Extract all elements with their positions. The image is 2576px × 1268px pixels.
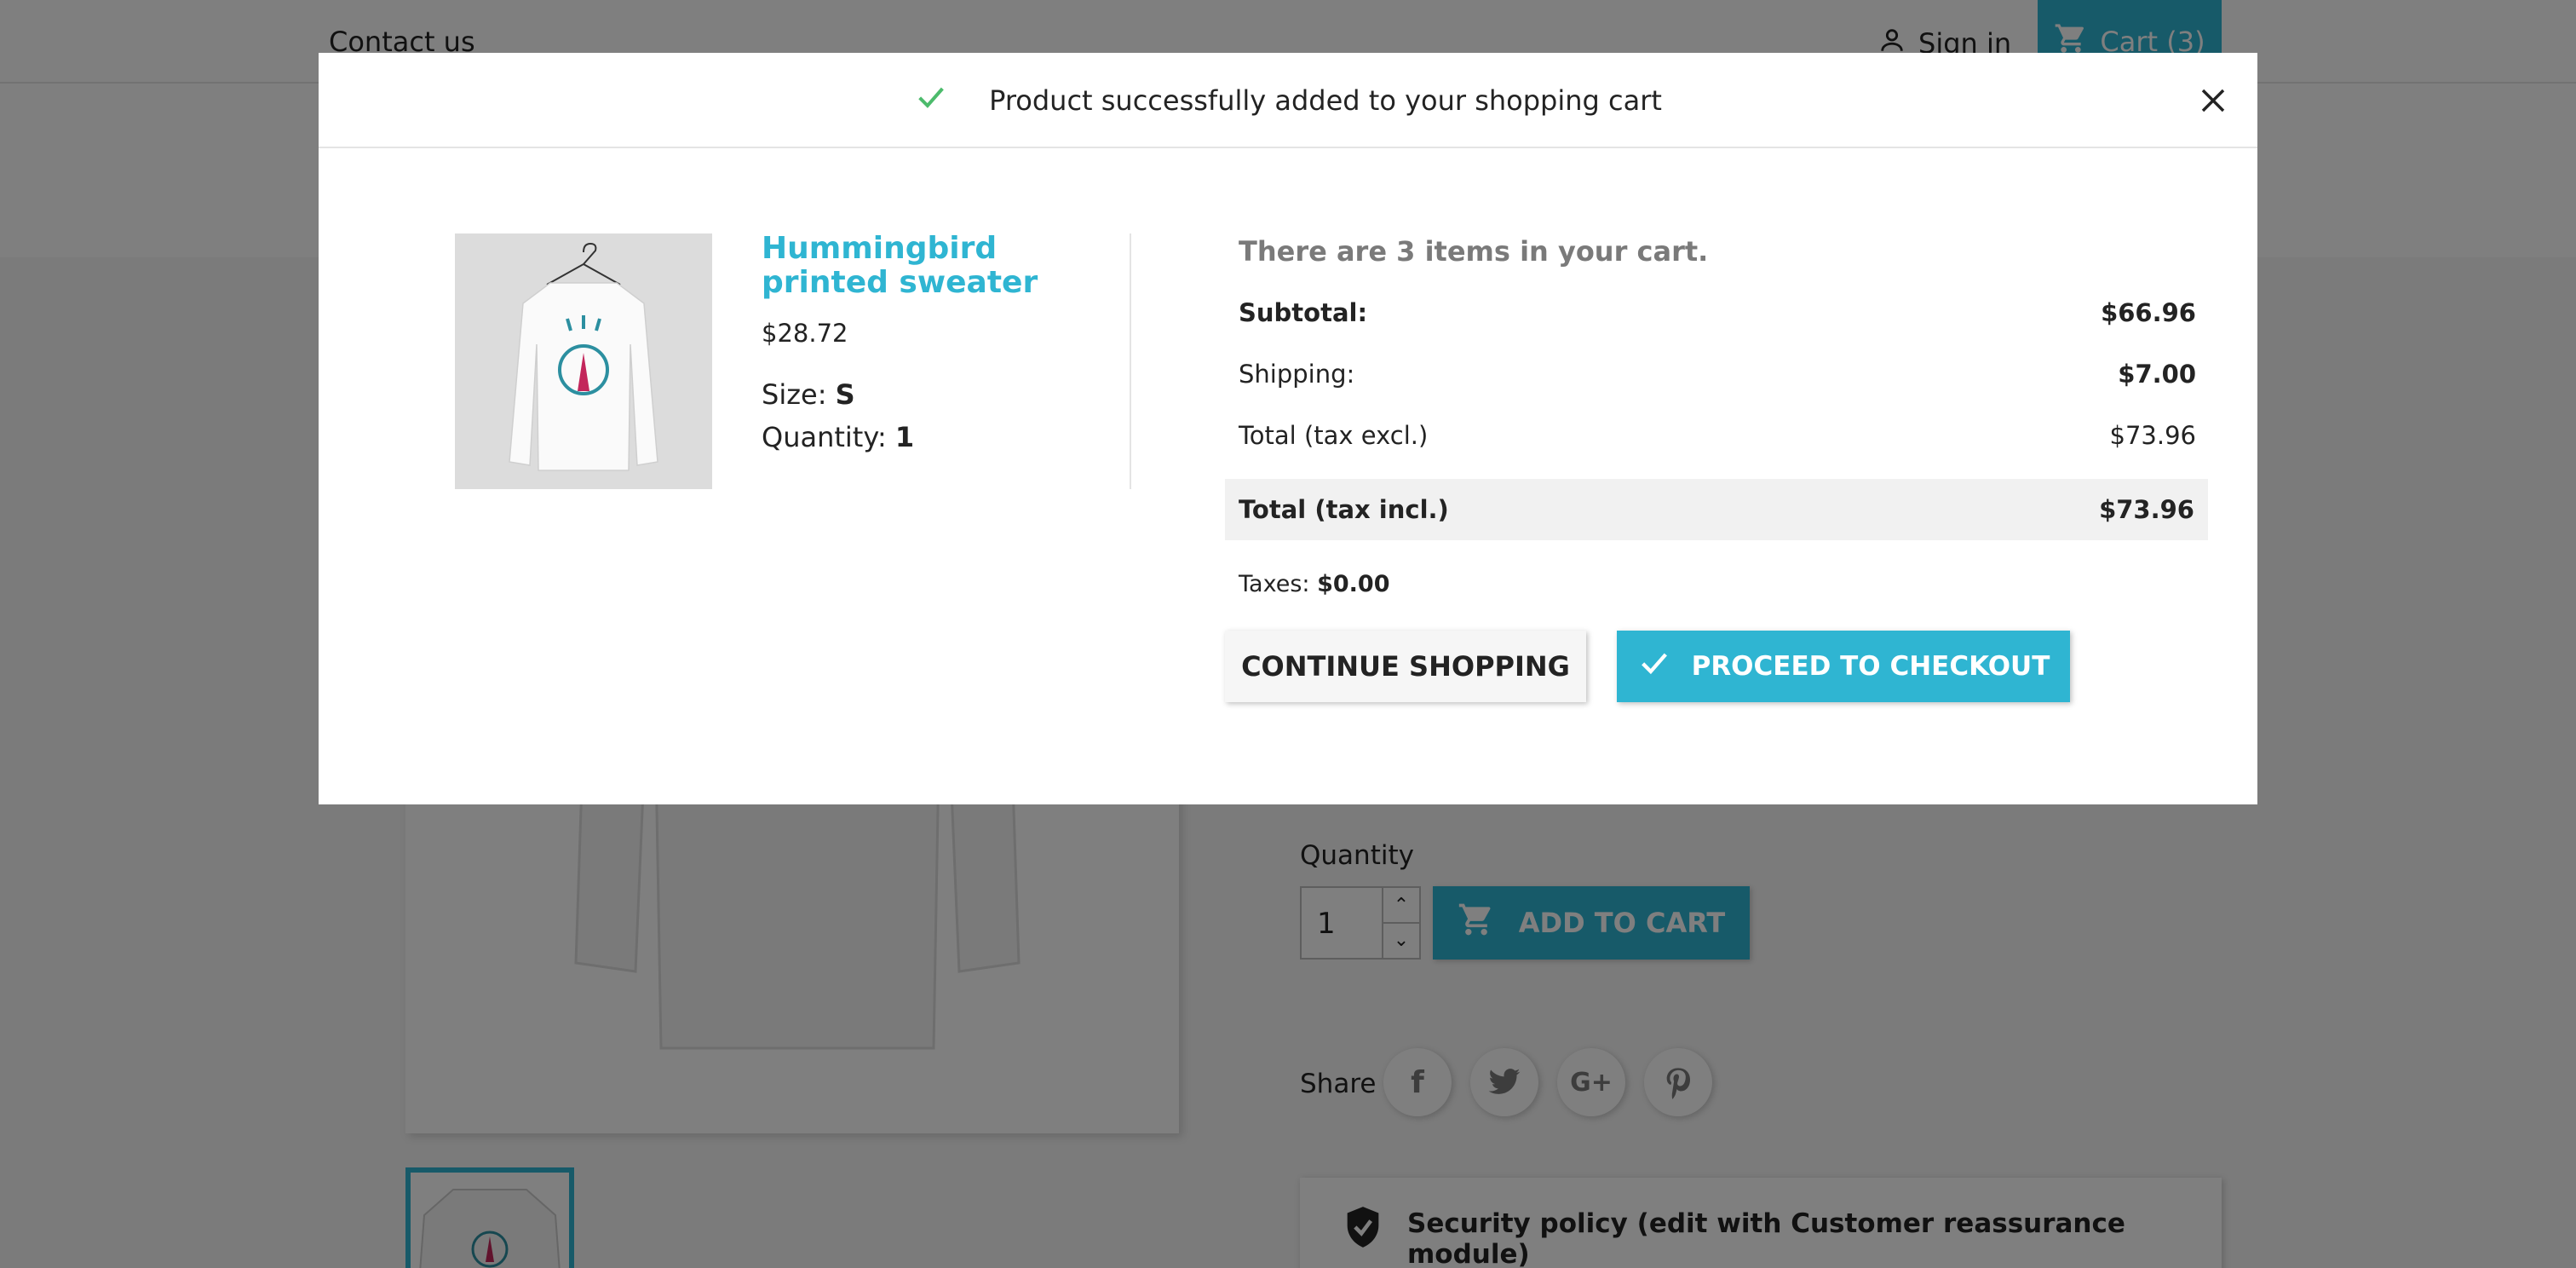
checkmark-icon (914, 80, 948, 121)
quantity-label: Quantity: (762, 421, 887, 453)
product-name[interactable]: Hummingbird printed sweater (762, 232, 1119, 300)
product-size: Size: S (762, 378, 855, 411)
total-excl-label: Total (tax excl.) (1239, 421, 1429, 450)
modal-header: Product successfully added to your shopp… (319, 53, 2257, 148)
modal-title: Product successfully added to your shopp… (319, 53, 2257, 148)
total-excl-row: Total (tax excl.) $73.96 (1239, 421, 2196, 450)
divider (1130, 233, 1131, 489)
proceed-to-checkout-button[interactable]: PROCEED TO CHECKOUT (1617, 631, 2070, 702)
taxes-row: Taxes: $0.00 (1239, 571, 1390, 597)
total-excl-value: $73.96 (2109, 421, 2196, 450)
checkout-label: PROCEED TO CHECKOUT (1691, 651, 2050, 682)
size-value: S (835, 378, 855, 411)
taxes-label: Taxes: (1239, 571, 1310, 597)
shipping-value: $7.00 (2118, 360, 2196, 389)
shipping-row: Shipping: $7.00 (1239, 360, 2196, 389)
shipping-label: Shipping: (1239, 360, 1355, 389)
taxes-value: $0.00 (1317, 571, 1390, 597)
checkmark-icon (1637, 646, 1671, 687)
subtotal-value: $66.96 (2101, 298, 2196, 327)
total-incl-row: Total (tax incl.) $73.96 (1225, 479, 2208, 540)
total-incl-label: Total (tax incl.) (1239, 495, 1449, 524)
size-label: Size: (762, 378, 827, 411)
subtotal-row: Subtotal: $66.96 (1239, 298, 2196, 327)
close-icon[interactable] (2193, 80, 2234, 121)
cart-confirmation-modal: Product successfully added to your shopp… (319, 53, 2257, 804)
total-incl-value: $73.96 (2099, 495, 2194, 524)
product-quantity: Quantity: 1 (762, 421, 914, 453)
sweater-image (509, 242, 658, 471)
continue-shopping-button[interactable]: CONTINUE SHOPPING (1225, 631, 1586, 702)
product-price: $28.72 (762, 319, 848, 348)
subtotal-label: Subtotal: (1239, 298, 1368, 327)
quantity-value: 1 (894, 421, 915, 453)
cart-item-count: There are 3 items in your cart. (1239, 235, 1709, 268)
modal-title-text: Product successfully added to your shopp… (989, 84, 1662, 117)
product-image (455, 233, 712, 489)
